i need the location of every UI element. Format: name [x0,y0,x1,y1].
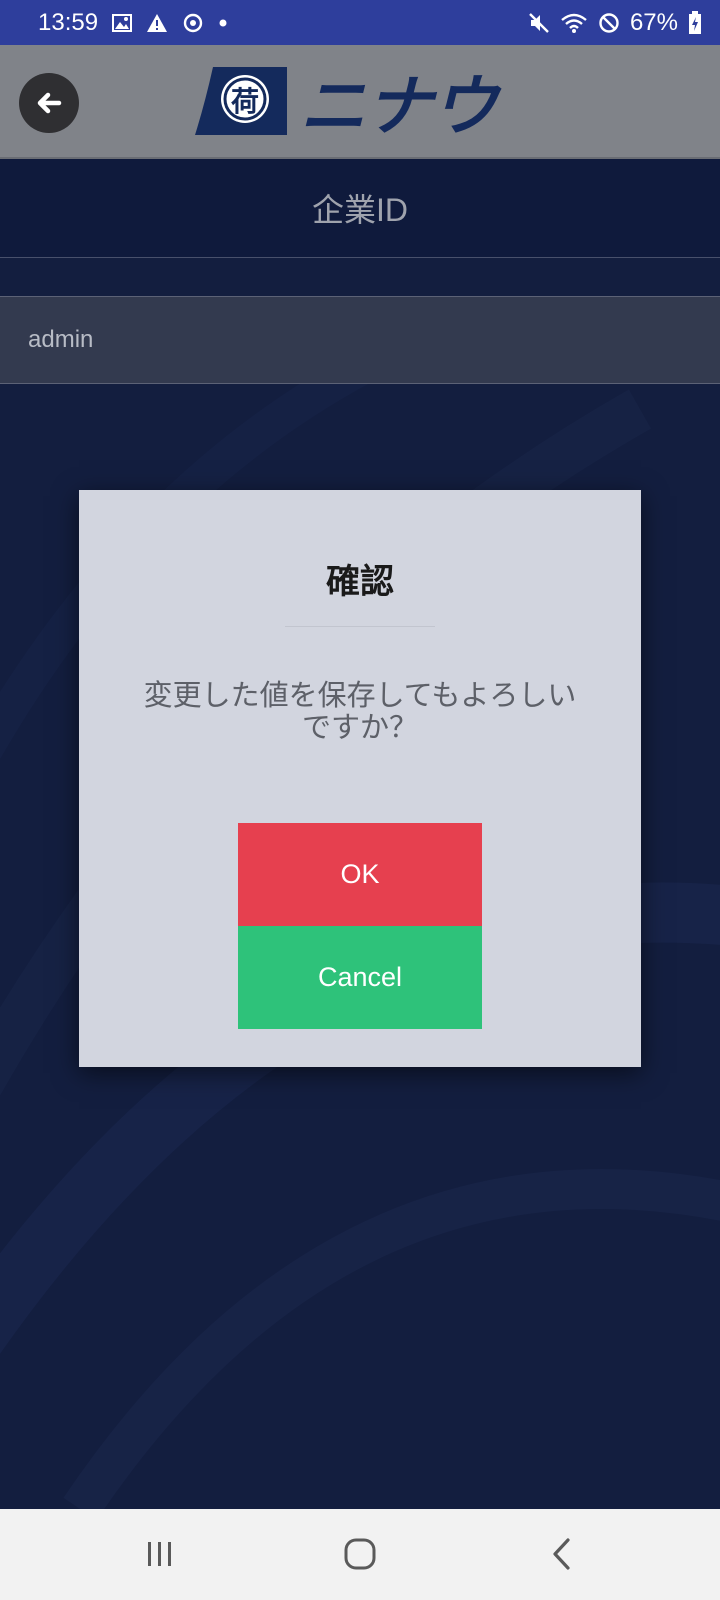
gallery-icon [112,13,133,33]
dot-icon [218,18,228,28]
wifi-icon [560,12,588,34]
mute-icon [528,12,550,34]
dialog-divider [285,626,435,627]
status-left: 13:59 [38,9,228,37]
logo-text: ニナウ [300,68,502,141]
arrow-left-icon [37,92,62,114]
status-time: 13:59 [38,8,99,36]
home-button[interactable] [330,1529,390,1579]
battery-percent: 67% [629,8,678,36]
system-nav-bar [0,1509,720,1600]
dialog-message: 変更した値を保存してもよろしいですか？ [143,680,577,744]
warning-icon [146,13,168,33]
company-id-input[interactable] [28,326,688,354]
page-title: 企業ID [0,159,720,258]
app-header: 荷 ニナウ [0,45,720,159]
ninau-logo: 荷 ニナウ [195,63,525,145]
back-button[interactable] [19,73,79,133]
dialog-title: 確認 [326,563,394,601]
sync-icon [182,12,204,34]
confirm-dialog: 確認 変更した値を保存してもよろしいですか？ OK Cancel [79,490,641,1067]
home-icon [344,1538,376,1570]
back-nav-button[interactable] [532,1529,592,1579]
battery-charging-icon [688,10,702,35]
recent-apps-button[interactable] [130,1529,190,1579]
dnd-icon [598,12,620,34]
recent-apps-icon [148,1542,171,1566]
chevron-left-icon [553,1538,570,1570]
cancel-button[interactable]: Cancel [238,926,482,1029]
company-id-field-row [0,296,720,384]
status-bar: 13:59 67% [0,0,720,45]
ok-button[interactable]: OK [238,823,482,926]
logo-kanji: 荷 [231,85,259,118]
status-right: 67% [528,9,702,37]
